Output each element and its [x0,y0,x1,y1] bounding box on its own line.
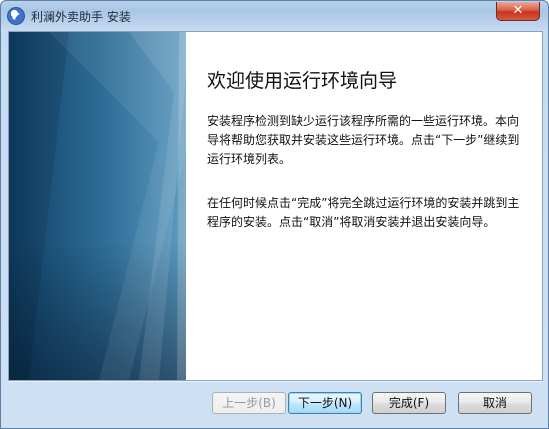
footer-divider [8,381,543,382]
finish-button[interactable]: 完成(F) [372,392,446,414]
page-title: 欢迎使用运行环境向导 [207,70,398,92]
wizard-content: 欢迎使用运行环境向导 安装程序检测到缺少运行该程序所需的一些运行环境。本向导将帮… [186,32,542,380]
next-button[interactable]: 下一步(N) [288,392,362,414]
intro-paragraph: 安装程序检测到缺少运行该程序所需的一些运行环境。本向导将帮助您获取并安装这些运行… [207,114,520,166]
close-icon: ✕ [512,3,524,18]
wizard-client-area: 欢迎使用运行环境向导 安装程序检测到缺少运行该程序所需的一些运行环境。本向导将帮… [8,31,543,381]
wizard-banner-image [9,32,186,380]
back-button[interactable]: 上一步(B) [212,392,286,414]
title-bar[interactable]: 利澜外卖助手 安装 ✕ [1,1,548,31]
window-title: 利澜外卖助手 安装 [31,10,131,24]
skip-info-paragraph: 在任何时候点击“完成”将完全跳过运行环境的安装并跳到主程序的安装。点击“取消”将… [207,196,520,229]
cancel-button[interactable]: 取消 [458,392,532,414]
app-logo-icon [7,7,25,25]
installer-window: 利澜外卖助手 安装 ✕ 欢迎使用运行环境向导 安装程序检测到缺少运行该程序所需的… [0,0,549,429]
close-button[interactable]: ✕ [496,2,540,21]
